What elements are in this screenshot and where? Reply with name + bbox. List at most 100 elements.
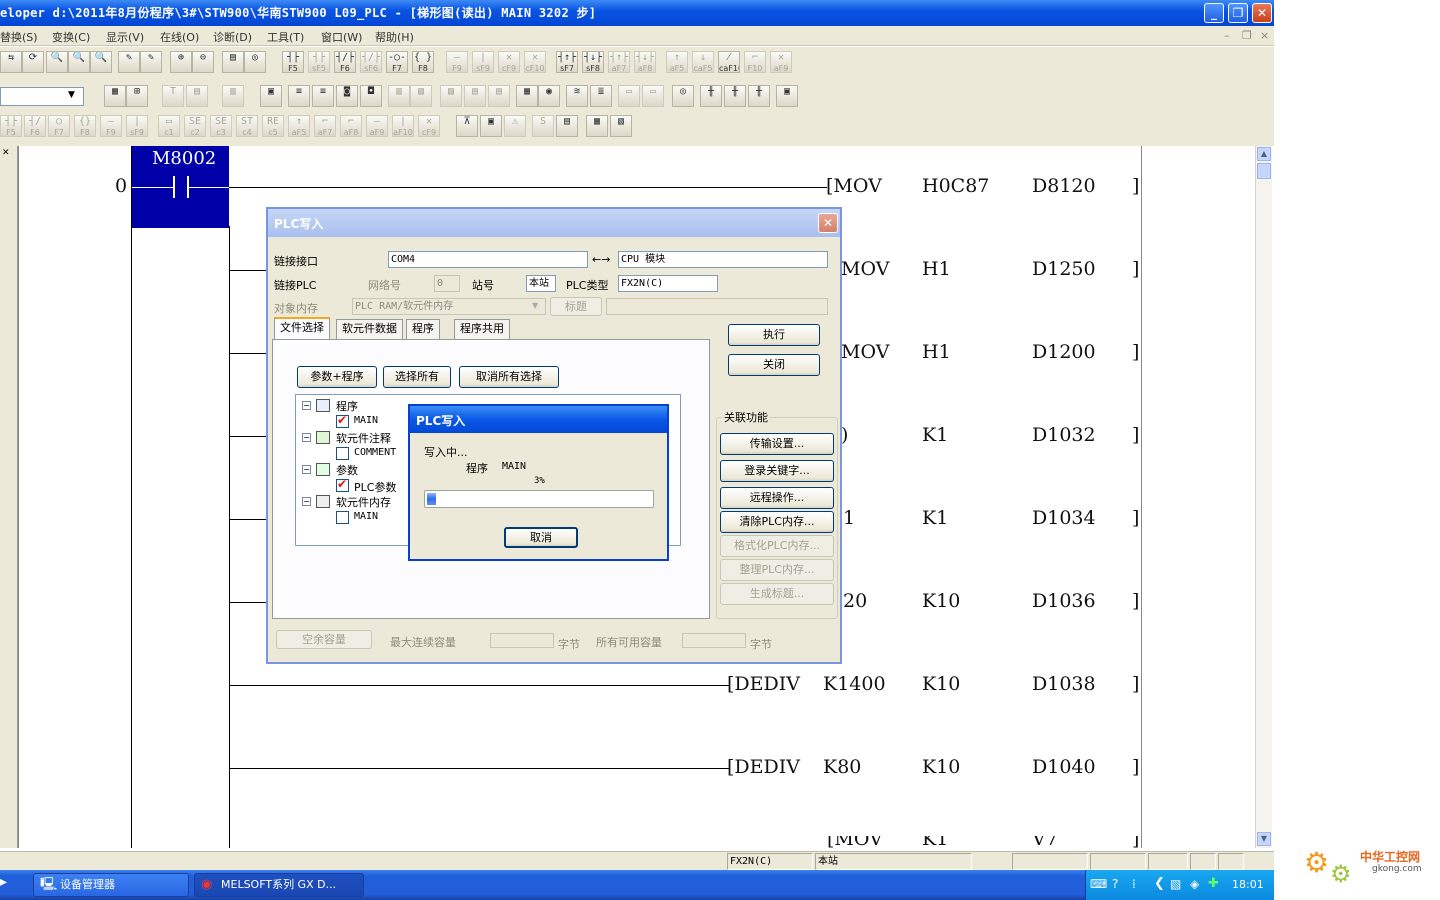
security-icon[interactable]: ✚: [1208, 876, 1219, 891]
tool-sf5-icon[interactable]: ┤├ sF5: [308, 51, 330, 73]
dialog-close-icon[interactable]: ✕: [818, 213, 838, 233]
menu-diagnose[interactable]: 诊断(D): [213, 29, 252, 45]
volume-icon[interactable]: ◈: [1190, 877, 1199, 891]
tree-collapse-icon[interactable]: −: [302, 497, 311, 506]
instr-src[interactable]: K1400: [823, 673, 886, 695]
tool-r3-af8-icon[interactable]: ⌐ aF8: [340, 115, 362, 137]
cpu-module-field[interactable]: CPU 模块: [618, 251, 828, 268]
chevron-down-icon[interactable]: ▼: [532, 301, 538, 310]
instr-op[interactable]: [MOV: [827, 836, 883, 848]
tab-program-common[interactable]: 程序共用: [454, 319, 510, 339]
menu-tools[interactable]: 工具(T): [267, 29, 304, 45]
deselect-all-button[interactable]: 取消所有选择: [459, 366, 559, 388]
task-gx-developer[interactable]: ◉ MELSOFT系列 GX D...: [194, 873, 364, 897]
tool-comment-icon[interactable]: ◙: [336, 85, 358, 107]
instr-dst[interactable]: D1250: [1032, 258, 1096, 280]
create-title-button[interactable]: 生成标题...: [720, 583, 834, 605]
minimize-button[interactable]: _: [1204, 3, 1224, 23]
tree-node[interactable]: 参数: [336, 462, 358, 478]
tool-tool5-icon[interactable]: ◉: [538, 85, 560, 107]
tool-r3-sf9-icon[interactable]: | sF9: [126, 115, 148, 137]
tool-monitor-icon[interactable]: ▤: [222, 51, 244, 73]
tool-tool1-icon[interactable]: ▨: [440, 85, 462, 107]
tool-r3-af10-icon[interactable]: | aF10: [392, 115, 414, 137]
tool-tool11-icon[interactable]: ╫: [700, 85, 722, 107]
tool-list-icon[interactable]: ≡: [312, 85, 334, 107]
plc-type-field[interactable]: FX2N(C): [618, 275, 718, 292]
tool-r3-a-icon[interactable]: ⊼: [456, 115, 478, 137]
scroll-down-icon[interactable]: ▼: [1257, 832, 1271, 846]
tool-r3-f8-icon[interactable]: {} F8: [74, 115, 96, 137]
tool-tool2-icon[interactable]: ▤: [464, 85, 486, 107]
tool-r3-f6-icon[interactable]: ┤/F6: [24, 115, 46, 137]
tool-tool6-icon[interactable]: ≋: [566, 85, 588, 107]
link-interface-field[interactable]: COM4: [388, 251, 588, 268]
start-edge[interactable]: ▸: [0, 874, 20, 896]
tree-leaf[interactable]: COMMENT: [354, 447, 396, 458]
clock[interactable]: 18:01: [1232, 878, 1264, 891]
menu-convert[interactable]: 变换(C): [52, 29, 90, 45]
restore-button[interactable]: ❐: [1228, 3, 1248, 23]
tab-program[interactable]: 程序: [406, 319, 440, 339]
checkbox[interactable]: [336, 511, 349, 524]
tool-cf9-icon[interactable]: ✕ cF9: [498, 51, 520, 73]
tab-file-select[interactable]: 文件选择: [274, 317, 330, 339]
instr-src[interactable]: K80: [823, 756, 861, 778]
tool-r3-b-icon[interactable]: ▣: [480, 115, 502, 137]
expand-tray-icon[interactable]: ❮: [1154, 876, 1165, 891]
tool-r3-af7-icon[interactable]: ⌐ aF7: [314, 115, 336, 137]
instr-op[interactable]: 20: [843, 590, 867, 612]
tool-f5-contact-icon[interactable]: ┤├ F5: [282, 51, 304, 73]
tool-replace-icon[interactable]: ⇆: [0, 51, 22, 73]
menu-online[interactable]: 在线(O): [160, 29, 199, 45]
tool-tool9-icon[interactable]: ▭: [642, 85, 664, 107]
instr-src2[interactable]: K10: [922, 756, 960, 778]
free-capacity-button[interactable]: 空余容量: [276, 630, 372, 649]
tool-r3-error-icon[interactable]: ⚠: [504, 115, 526, 137]
tool-tool12-icon[interactable]: ╫: [724, 85, 746, 107]
tool-tool13-icon[interactable]: ╫: [748, 85, 770, 107]
tool-tool8-icon[interactable]: ▭: [618, 85, 640, 107]
tool-search-icon[interactable]: 🔍: [46, 51, 68, 73]
instr-op[interactable]: 1: [843, 507, 855, 529]
tool-r3-f7-icon[interactable]: ○ F7: [48, 115, 70, 137]
tool-replace2-icon[interactable]: ⟳: [22, 51, 44, 73]
mdi-close-icon[interactable]: ×: [1260, 29, 1269, 42]
tool-caf5-icon[interactable]: ↓ caF5: [692, 51, 714, 73]
tool-search-device-icon[interactable]: 🔍: [68, 51, 90, 73]
tool-mon-stop-icon[interactable]: ▧: [410, 85, 432, 107]
progress-title-bar[interactable]: PLC写入: [410, 406, 667, 433]
tool-mode3-icon[interactable]: ▥: [222, 85, 244, 107]
pen-icon[interactable]: ⁞: [1132, 877, 1136, 891]
project-panel-edge[interactable]: ✕: [0, 146, 18, 848]
param-program-button[interactable]: 参数+程序: [297, 366, 377, 388]
tool-tool3-icon[interactable]: ▤: [488, 85, 510, 107]
menu-window[interactable]: 窗口(W): [321, 29, 362, 45]
tool-edit-icon[interactable]: ✎: [140, 51, 162, 73]
tool-f8-instr-icon[interactable]: { } F8: [412, 51, 434, 73]
tool-f9-icon[interactable]: — F9: [446, 51, 468, 73]
instr-dst[interactable]: V7: [1032, 836, 1058, 848]
tool-program-list-icon[interactable]: ▦: [104, 85, 126, 107]
instr-dst[interactable]: D1200: [1032, 341, 1096, 363]
mdi-restore-icon[interactable]: ❐: [1242, 29, 1252, 42]
close-button[interactable]: 关闭: [728, 354, 820, 376]
instr-dst[interactable]: D1032: [1032, 424, 1096, 446]
instr-src[interactable]: H0C87: [922, 175, 989, 197]
tool-f6-contact-icon[interactable]: ┤/├ F6: [334, 51, 356, 73]
menu-help[interactable]: 帮助(H): [375, 29, 414, 45]
arrange-plc-memory-button[interactable]: 整理PLC内存...: [720, 559, 834, 581]
tool-tool7-icon[interactable]: ≣: [590, 85, 612, 107]
tree-collapse-icon[interactable]: −: [302, 465, 311, 474]
tool-r3-af5-icon[interactable]: ↑ aF5: [288, 115, 310, 137]
tool-r3-d-icon[interactable]: ▤: [556, 115, 578, 137]
instr-op[interactable]: [DEDIV: [727, 756, 800, 778]
tool-r3-c-icon[interactable]: S: [532, 115, 554, 137]
target-memory-select[interactable]: PLC RAM/软元件内存: [352, 298, 546, 315]
cancel-button[interactable]: 取消: [504, 527, 578, 548]
tree-leaf[interactable]: MAIN: [354, 511, 378, 522]
panel-close-icon[interactable]: ✕: [2, 148, 10, 158]
instr-src2[interactable]: K10: [922, 673, 960, 695]
tool-tree-icon[interactable]: ⊞: [126, 85, 148, 107]
instr-dst[interactable]: D1038: [1032, 673, 1096, 695]
